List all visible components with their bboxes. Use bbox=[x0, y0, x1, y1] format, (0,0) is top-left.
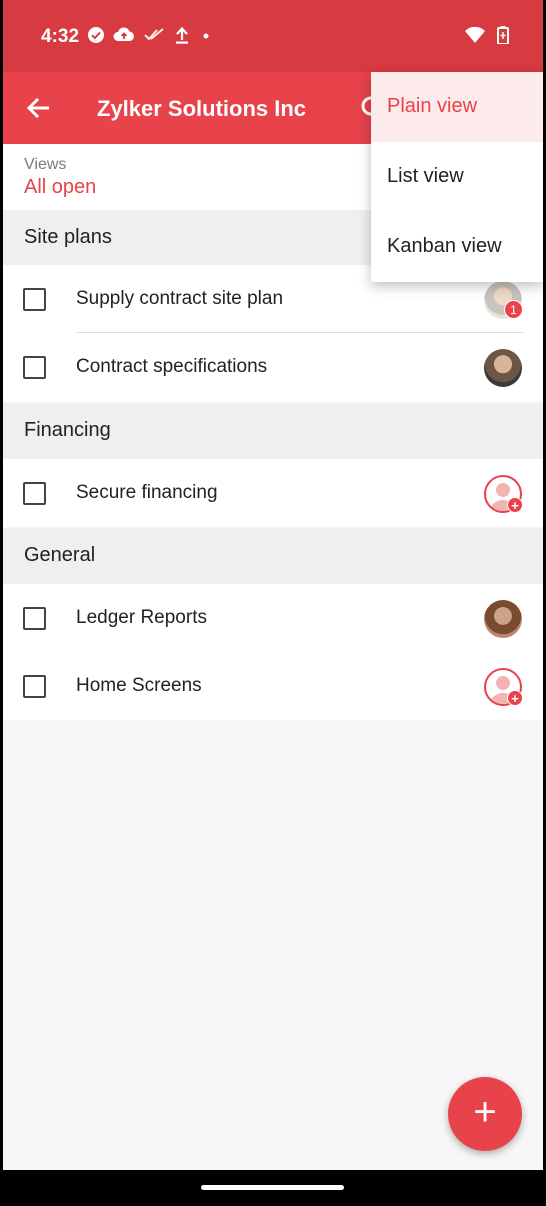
task-name: Home Screens bbox=[76, 675, 202, 696]
menu-item-label: Kanban view bbox=[387, 235, 502, 257]
section-header-financing: Financing bbox=[3, 403, 543, 459]
menu-item-kanban-view[interactable]: Kanban view bbox=[371, 212, 543, 282]
task-row[interactable]: Home Screens + bbox=[3, 652, 543, 720]
dot-icon bbox=[199, 26, 213, 49]
arrow-left-icon bbox=[26, 97, 49, 119]
menu-item-label: List view bbox=[387, 165, 464, 187]
task-row[interactable]: Contract specifications bbox=[3, 333, 543, 401]
cloud-upload-icon bbox=[113, 26, 135, 49]
menu-item-label: Plain view bbox=[387, 95, 478, 117]
task-name: Supply contract site plan bbox=[76, 288, 284, 309]
add-icon: + bbox=[507, 690, 523, 706]
task-checkbox[interactable] bbox=[23, 607, 46, 630]
view-options-menu: Plain view List view Kanban view bbox=[371, 72, 543, 282]
task-name: Secure financing bbox=[76, 482, 218, 503]
task-checkbox[interactable] bbox=[23, 356, 46, 379]
task-row[interactable]: Ledger Reports bbox=[3, 584, 543, 652]
task-name: Contract specifications bbox=[76, 356, 268, 377]
system-nav-bar bbox=[3, 1170, 543, 1206]
task-row[interactable]: Secure financing + bbox=[3, 459, 543, 527]
task-checkbox[interactable] bbox=[23, 675, 46, 698]
upload-icon bbox=[173, 25, 191, 50]
add-icon: + bbox=[507, 497, 523, 513]
app-screen: 4:32 Zylker Solutions Inc Views All open… bbox=[3, 0, 543, 1206]
add-task-button[interactable]: + bbox=[448, 1077, 522, 1151]
status-system-icons bbox=[465, 26, 509, 49]
menu-item-list-view[interactable]: List view bbox=[371, 142, 543, 212]
views-label: Views bbox=[24, 156, 67, 173]
section-title: Financing bbox=[24, 419, 111, 441]
wifi-icon bbox=[465, 26, 485, 48]
avatar[interactable] bbox=[484, 349, 522, 387]
plus-icon: + bbox=[473, 1090, 497, 1134]
section-title: General bbox=[24, 544, 96, 566]
status-notification-icons bbox=[87, 25, 213, 50]
battery-icon bbox=[497, 26, 509, 49]
task-checkbox[interactable] bbox=[23, 482, 46, 505]
double-check-icon bbox=[143, 26, 165, 49]
views-current-value[interactable]: All open bbox=[24, 176, 96, 199]
menu-item-plain-view[interactable]: Plain view bbox=[371, 72, 543, 142]
notification-badge: 1 bbox=[504, 300, 523, 319]
status-time: 4:32 bbox=[41, 26, 80, 47]
home-indicator[interactable] bbox=[201, 1185, 344, 1190]
section-title: Site plans bbox=[24, 226, 112, 248]
status-bar: 4:32 bbox=[3, 0, 543, 72]
avatar[interactable] bbox=[484, 600, 522, 638]
back-button[interactable] bbox=[23, 92, 55, 124]
task-checkbox[interactable] bbox=[23, 288, 46, 311]
check-circle-icon bbox=[87, 26, 105, 49]
task-name: Ledger Reports bbox=[76, 607, 207, 628]
page-title: Zylker Solutions Inc bbox=[97, 96, 307, 121]
section-header-general: General bbox=[3, 528, 543, 584]
